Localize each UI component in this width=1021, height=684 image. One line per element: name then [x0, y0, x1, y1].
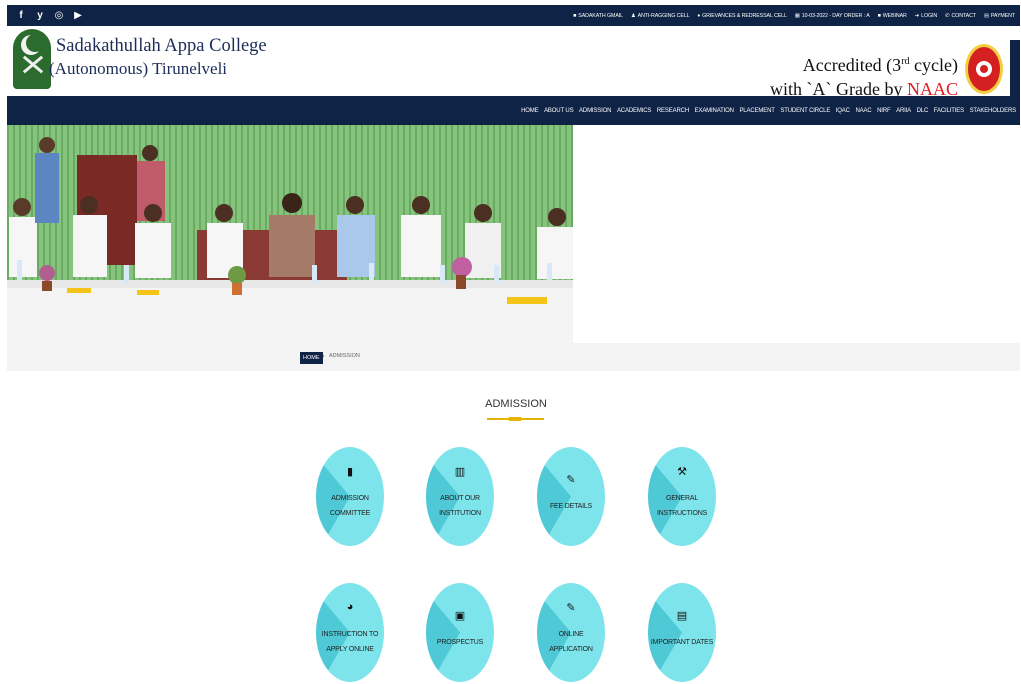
image-icon: ▣ [454, 610, 466, 622]
accred-sup: rd [901, 56, 910, 67]
tile-admission-committee[interactable]: ▮ ADMISSION COMMITTEE [316, 447, 384, 546]
tile-label: APPLICATION [549, 646, 593, 653]
toplink-grievances[interactable]: ♦ GRIEVANCES & REDRESSAL CELL [698, 13, 787, 19]
toplink-anti-ragging[interactable]: ♟ ANTI-RAGGING CELL [631, 13, 690, 19]
institution-icon: ▥ [454, 466, 466, 478]
tile-label: PROSPECTUS [436, 639, 484, 646]
tile-label: ONLINE [558, 631, 584, 638]
nav-student-circle[interactable]: STUDENT CIRCLE [780, 108, 830, 114]
naac-logo-core [980, 65, 988, 73]
user-icon: ♟ [630, 12, 636, 19]
nav-stakeholders[interactable]: STAKEHOLDERS [970, 108, 1017, 114]
toplink-webinar[interactable]: ■ WEBINAR [878, 13, 907, 19]
nav-dlc[interactable]: DLC [917, 108, 929, 114]
toplink-payment[interactable]: ▤ PAYMENT [984, 13, 1015, 19]
top-links: ■ SADAKATH GMAIL ♟ ANTI-RAGGING CELL ♦ GRIE… [573, 13, 1015, 19]
tile-label: INSTRUCTIONS [656, 510, 708, 517]
edit-icon: ✎ [566, 602, 576, 614]
title-underline-accent [508, 417, 522, 421]
map-marker-icon: ♦ [697, 12, 701, 19]
accreditation-text: Accredited (3rd cycle) with `A` Grade by… [770, 50, 958, 101]
tile-label: APPLY ONLINE [326, 646, 374, 653]
nav-facilities[interactable]: FACILITIES [934, 108, 964, 114]
tile-label: FEE DETAILS [549, 503, 592, 510]
tile-general-instructions[interactable]: ⚒ GENERAL INSTRUCTIONS [648, 447, 716, 546]
calendar-icon: ▦ [794, 12, 800, 19]
tile-label: IMPORTANT DATES [650, 639, 714, 646]
main-nav: HOME ABOUT US ADMISSION ACADEMICS RESEAR… [7, 96, 1020, 125]
tile-instruction-apply-online[interactable]: ◕ INSTRUCTION TO APPLY ONLINE [316, 583, 384, 682]
nav-home[interactable]: HOME [521, 108, 539, 114]
college-name[interactable]: Sadakathullah Appa College [56, 35, 267, 57]
social-links: f y ◎ ▶ [16, 10, 83, 21]
tile-fee-details[interactable]: ✎ FEE DETAILS [537, 447, 605, 546]
breadcrumb: HOME › ADMISSION [7, 343, 1020, 371]
video-icon: ■ [877, 12, 881, 19]
page-title: ADMISSION [485, 398, 547, 410]
nav-naac[interactable]: NAAC [855, 108, 871, 114]
college-logo[interactable] [13, 29, 51, 89]
facebook-icon[interactable]: f [16, 10, 26, 21]
youtube-icon[interactable]: ▶ [73, 10, 83, 21]
toplink-gmail[interactable]: ■ SADAKATH GMAIL [573, 13, 623, 19]
nav-iqac[interactable]: IQAC [836, 108, 850, 114]
tile-label: GENERAL [665, 495, 699, 502]
nav-examination[interactable]: EXAMINATION [695, 108, 734, 114]
payment-icon: ▤ [983, 12, 989, 19]
accred-line1-end: cycle) [909, 55, 958, 75]
tile-prospectus[interactable]: ▣ PROSPECTUS [426, 583, 494, 682]
crescent-shadow [26, 34, 44, 52]
tile-online-application[interactable]: ✎ ONLINE APPLICATION [537, 583, 605, 682]
breadcrumb-current: ADMISSION [329, 353, 360, 359]
chevron-right-icon: › [322, 351, 325, 360]
tile-label: ABOUT OUR [440, 495, 480, 502]
toplink-day-order[interactable]: ▦ 10-03-2022 - DAY ORDER : A [795, 13, 870, 19]
tile-label: INSTRUCTION TO [321, 631, 379, 638]
mail-icon: ■ [573, 12, 577, 19]
site-header: Sadakathullah Appa College (Autonomous) … [7, 26, 1020, 99]
nav-research[interactable]: RESEARCH [657, 108, 689, 114]
breadcrumb-home[interactable]: HOME [300, 352, 323, 364]
login-icon: ➜ [914, 12, 920, 19]
nav-academics[interactable]: ACADEMICS [617, 108, 651, 114]
twitter-icon[interactable]: y [35, 10, 45, 21]
phone-icon: ✆ [945, 12, 950, 19]
edit-icon: ✎ [566, 474, 576, 486]
nav-nirf[interactable]: NIRF [877, 108, 891, 114]
calendar-icon: ▤ [676, 610, 688, 622]
banner-illustration [7, 125, 573, 343]
tile-important-dates[interactable]: ▤ IMPORTANT DATES [648, 583, 716, 682]
gavel-icon: ⚒ [677, 466, 687, 478]
toplink-login[interactable]: ➜ LOGIN [915, 13, 937, 19]
nav-ariia[interactable]: ARIIA [896, 108, 911, 114]
tile-about-institution[interactable]: ▥ ABOUT OUR INSTITUTION [426, 447, 494, 546]
nav-placement[interactable]: PLACEMENT [739, 108, 774, 114]
college-subtitle: (Autonomous) Tirunelveli [49, 59, 228, 78]
nav-admission[interactable]: ADMISSION [579, 108, 611, 114]
nav-about-us[interactable]: ABOUT US [544, 108, 574, 114]
globe-icon: ◕ [346, 601, 354, 613]
instagram-icon[interactable]: ◎ [54, 10, 64, 21]
accred-line1: Accredited (3 [802, 55, 902, 75]
header-accent [1010, 40, 1020, 96]
top-bar: f y ◎ ▶ ■ SADAKATH GMAIL ♟ ANTI-RAGGING CE… [7, 5, 1020, 26]
tile-label: ADMISSION [331, 495, 369, 502]
tile-label: INSTITUTION [439, 510, 481, 517]
naac-logo [965, 44, 1003, 94]
tile-label: COMMITTEE [329, 510, 371, 517]
book-icon: ▮ [346, 466, 354, 478]
banner-photo [7, 125, 573, 343]
toplink-contact[interactable]: ✆ CONTACT [945, 13, 976, 19]
